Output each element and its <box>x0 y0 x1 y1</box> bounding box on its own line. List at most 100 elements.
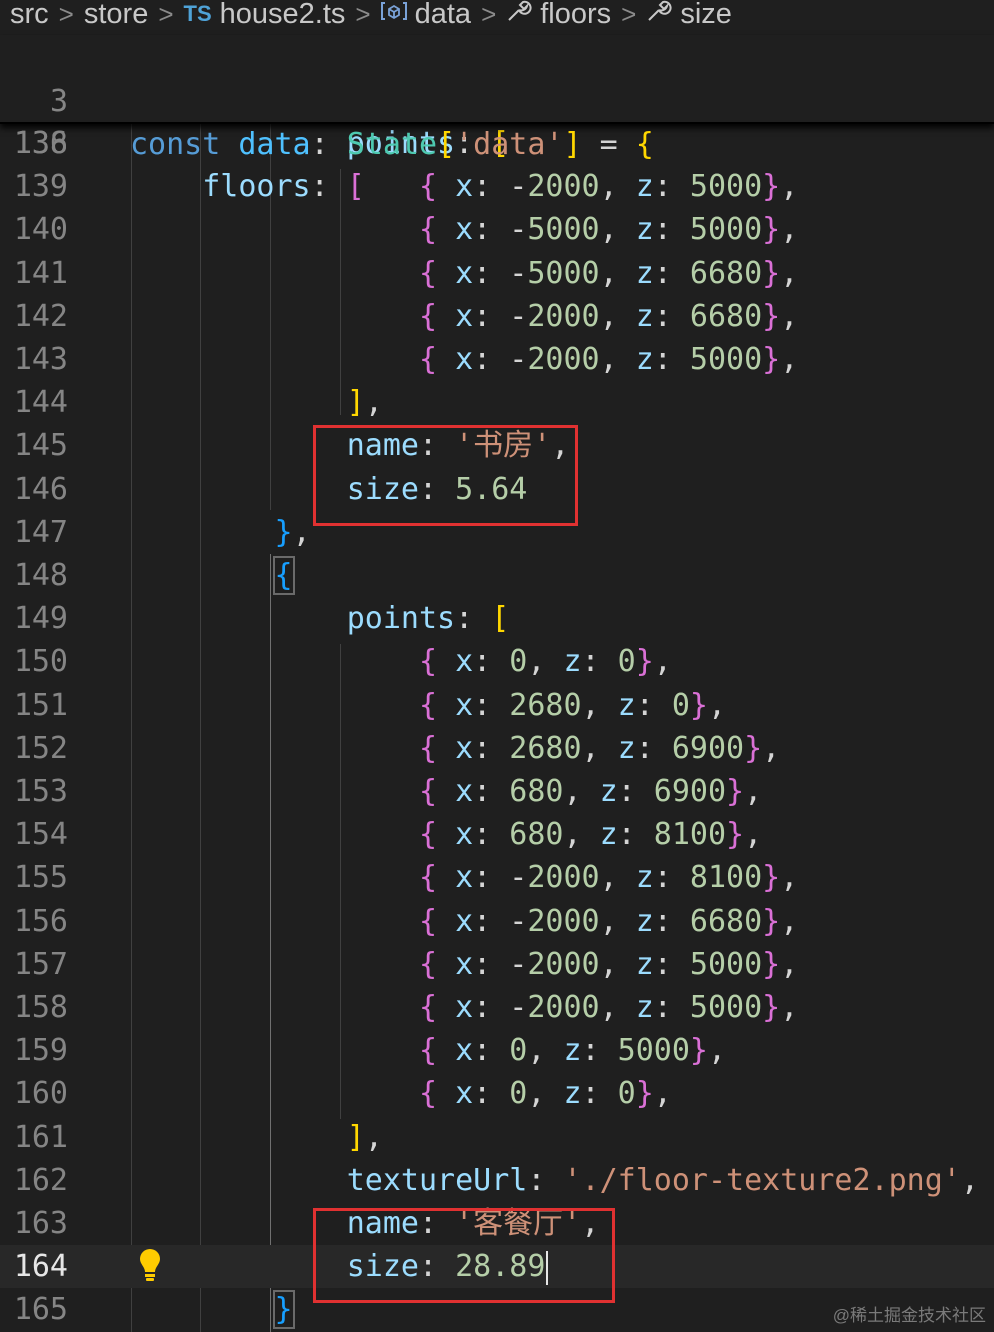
line-number: 150 <box>13 644 68 680</box>
breadcrumb-store[interactable]: store <box>84 0 148 28</box>
code-text: name: '书房', <box>346 428 570 464</box>
code-line[interactable]: 150 { x: 0, z: 0}, <box>0 640 994 683</box>
code-text: { x: -2000, z: 5000}, <box>418 946 799 982</box>
line-number: 160 <box>13 1076 68 1112</box>
code-text: { x: -2000, z: 5000}, <box>418 342 799 377</box>
line-number: 153 <box>13 774 68 809</box>
code-line[interactable]: 149 points: [ <box>0 597 994 640</box>
chevron-right-icon: > <box>621 0 637 28</box>
line-number: 164 <box>13 1249 68 1285</box>
line-number: 136 <box>13 126 68 161</box>
wrench-icon <box>646 0 672 28</box>
code-line[interactable]: 159 { x: 0, z: 5000}, <box>0 1029 994 1072</box>
line-number: 141 <box>13 255 68 291</box>
code-line[interactable]: 152 { x: 2680, z: 6900}, <box>0 727 994 770</box>
code-text: floors: [ <box>202 169 365 204</box>
code-text: const data: State['data'] = { <box>130 127 654 162</box>
line-number: 143 <box>13 342 68 377</box>
sticky-scroll[interactable]: 3 const data: State['data'] = { 136 floo… <box>0 35 994 204</box>
code-line[interactable]: 153 { x: 680, z: 6900}, <box>0 770 994 813</box>
line-number: 156 <box>13 903 68 939</box>
code-text: { x: -5000, z: 5000}, <box>418 212 799 248</box>
chevron-right-icon: > <box>481 0 497 28</box>
code-line[interactable]: 154 { x: 680, z: 8100}, <box>0 813 994 856</box>
line-number: 163 <box>13 1206 68 1241</box>
code-text: name: '客餐厅', <box>346 1206 600 1241</box>
code-line[interactable]: 155 { x: -2000, z: 8100}, <box>0 856 994 899</box>
breadcrumb-file[interactable]: TS house2.ts <box>184 0 346 28</box>
line-number: 157 <box>13 946 68 982</box>
code-text: { x: 2680, z: 0}, <box>418 687 727 723</box>
code-line[interactable]: 143 { x: -2000, z: 5000}, <box>0 338 994 381</box>
code-text: { x: 0, z: 0}, <box>418 1076 672 1112</box>
code-line[interactable]: 158 { x: -2000, z: 5000}, <box>0 986 994 1029</box>
breadcrumb: src > store > TS house2.ts > data > floo… <box>0 0 994 28</box>
code-line[interactable]: 145 name: '书房', <box>0 424 994 467</box>
breadcrumb-data[interactable]: data <box>380 0 471 28</box>
code-text: points: [ <box>346 601 510 637</box>
code-text: { x: -2000, z: 8100}, <box>418 860 799 896</box>
lightbulb-icon[interactable] <box>139 1248 161 1282</box>
code-line[interactable]: 151 { x: 2680, z: 0}, <box>0 684 994 727</box>
line-number: 145 <box>13 428 68 464</box>
code-line[interactable]: 148 { <box>0 554 994 597</box>
code-text: }, <box>274 514 311 550</box>
line-number: 158 <box>13 990 68 1025</box>
code-line[interactable]: 141 { x: -5000, z: 6680}, <box>0 252 994 295</box>
line-number: 165 <box>13 1292 68 1328</box>
breadcrumb-floors[interactable]: floors <box>506 0 611 28</box>
line-number: 142 <box>13 298 68 334</box>
line-number: 161 <box>13 1119 68 1155</box>
code-text: { x: -2000, z: 6680}, <box>418 298 799 334</box>
line-number: 147 <box>13 514 68 550</box>
sticky-line[interactable]: 3 const data: State['data'] = { <box>0 37 994 162</box>
code-text: { x: 0, z: 5000}, <box>418 1033 727 1069</box>
line-number: 152 <box>13 730 68 766</box>
wrench-icon <box>506 0 532 28</box>
typescript-file-icon: TS <box>183 1 212 26</box>
code-line[interactable]: 147 }, <box>0 511 994 554</box>
code-line[interactable]: 160 { x: 0, z: 0}, <box>0 1072 994 1115</box>
code-line[interactable]: 162 textureUrl: './floor-texture2.png', <box>0 1159 994 1202</box>
line-number: 159 <box>13 1033 68 1069</box>
code-text: { x: -5000, z: 6680}, <box>418 255 799 291</box>
text-cursor <box>546 1250 549 1285</box>
code-line[interactable]: 140 { x: -5000, z: 5000}, <box>0 208 994 251</box>
code-line[interactable]: 163 name: '客餐厅', <box>0 1202 994 1245</box>
line-number: 146 <box>13 471 68 507</box>
code-text: { <box>272 556 295 595</box>
line-number: 162 <box>13 1162 68 1198</box>
code-line[interactable]: 144 ], <box>0 381 994 424</box>
line-number: 155 <box>13 860 68 896</box>
chevron-right-icon: > <box>355 0 371 28</box>
code-text: ], <box>346 1119 383 1155</box>
symbol-variable-icon <box>380 0 407 28</box>
line-number: 148 <box>13 558 68 593</box>
breadcrumb-src[interactable]: src <box>10 0 49 28</box>
code-line[interactable]: 161 ], <box>0 1116 994 1159</box>
chevron-right-icon: > <box>58 0 74 28</box>
code-text: { x: -2000, z: 5000}, <box>418 990 799 1025</box>
code-text: { x: -2000, z: 6680}, <box>418 903 799 939</box>
code-line[interactable]: 146 size: 5.64 <box>0 468 994 511</box>
code-text: { x: 680, z: 8100}, <box>418 817 763 853</box>
watermark: @稀土掘金技术社区 <box>832 1306 986 1325</box>
code-editor[interactable]: 138 points: [139 { x: -2000, z: 5000}, 14… <box>0 124 994 1332</box>
code-text: size: 5.64 <box>346 471 528 507</box>
chevron-right-icon: > <box>158 0 174 28</box>
code-text: textureUrl: './floor-texture2.png', <box>346 1162 979 1198</box>
code-line[interactable]: 157 { x: -2000, z: 5000}, <box>0 943 994 986</box>
code-line[interactable]: 156 { x: -2000, z: 6680}, <box>0 900 994 943</box>
breadcrumb-size[interactable]: size <box>646 0 732 28</box>
code-text: } <box>272 1290 295 1330</box>
sticky-line[interactable]: 136 floors: [ <box>0 79 994 204</box>
code-text: { x: 680, z: 6900}, <box>418 774 763 809</box>
code-text: { x: 0, z: 0}, <box>418 644 672 680</box>
line-number: 154 <box>13 817 68 853</box>
code-text: size: 28.89 <box>130 1245 549 1288</box>
line-number: 151 <box>13 687 68 723</box>
code-line[interactable]: 142 { x: -2000, z: 6680}, <box>0 295 994 338</box>
line-number: 144 <box>13 385 68 421</box>
code-text: { x: 2680, z: 6900}, <box>418 730 781 766</box>
line-number: 149 <box>13 601 68 637</box>
